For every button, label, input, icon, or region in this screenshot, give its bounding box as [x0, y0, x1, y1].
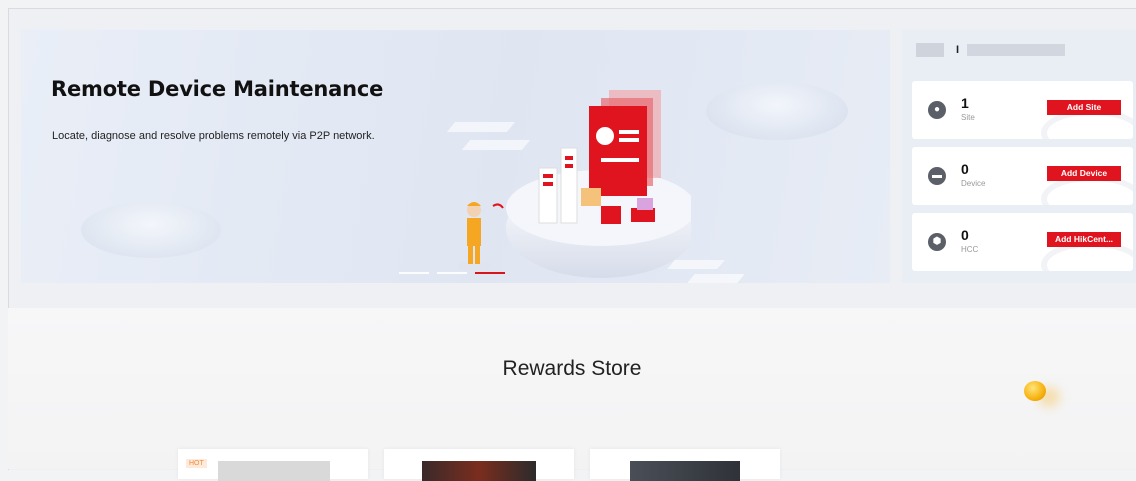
- stat-card-device: ▬ 0 Device Add Device: [912, 147, 1133, 205]
- site-label: Site: [961, 113, 975, 122]
- device-icon: ▬: [928, 167, 946, 185]
- product-card[interactable]: HOT: [178, 449, 368, 481]
- product-image: [218, 461, 330, 481]
- device-label: Device: [961, 179, 986, 188]
- avatar: [916, 43, 944, 57]
- maintenance-illustration: [458, 90, 691, 278]
- carousel-indicators: [399, 272, 505, 274]
- carousel-dot[interactable]: [437, 272, 467, 274]
- account-name: I: [956, 44, 960, 56]
- product-card[interactable]: [590, 449, 780, 481]
- account-name-redacted: [967, 44, 1066, 56]
- product-image: [630, 461, 740, 481]
- banner-subtitle: Locate, diagnose and resolve problems re…: [52, 130, 375, 142]
- add-device-button[interactable]: Add Device: [1047, 166, 1121, 181]
- hikcentral-icon: ⬢: [928, 233, 946, 251]
- rewards-title: Rewards Store: [502, 357, 642, 380]
- add-hikcentral-button[interactable]: Add HikCent...: [1047, 232, 1121, 247]
- coin-icon: [1024, 381, 1046, 401]
- carousel-dot[interactable]: [399, 272, 429, 274]
- product-card[interactable]: [384, 449, 574, 481]
- device-count: 0: [961, 161, 969, 177]
- rewards-store-section: Rewards Store HOT: [8, 308, 1136, 481]
- account-header: I: [916, 43, 1066, 57]
- hero-banner[interactable]: Remote Device Maintenance Locate, diagno…: [21, 30, 890, 283]
- decorative-disc: [81, 202, 221, 258]
- stat-card-hcc: ⬢ 0 HCC Add HikCent...: [912, 213, 1133, 271]
- carousel-dot-active[interactable]: [475, 272, 505, 274]
- hcc-count: 0: [961, 227, 969, 243]
- hcc-label: HCC: [961, 245, 979, 254]
- account-summary-panel: I ● 1 Site Add Site ▬ 0 Device Add Devic…: [902, 30, 1136, 283]
- product-image: [422, 461, 536, 481]
- hot-badge: HOT: [186, 459, 207, 468]
- decorative-stripe: [687, 274, 745, 283]
- banner-title: Remote Device Maintenance: [51, 77, 384, 101]
- site-count: 1: [961, 95, 969, 111]
- globe-icon: ●: [928, 101, 946, 119]
- add-site-button[interactable]: Add Site: [1047, 100, 1121, 115]
- decorative-disc: [706, 82, 848, 140]
- stat-card-site: ● 1 Site Add Site: [912, 81, 1133, 139]
